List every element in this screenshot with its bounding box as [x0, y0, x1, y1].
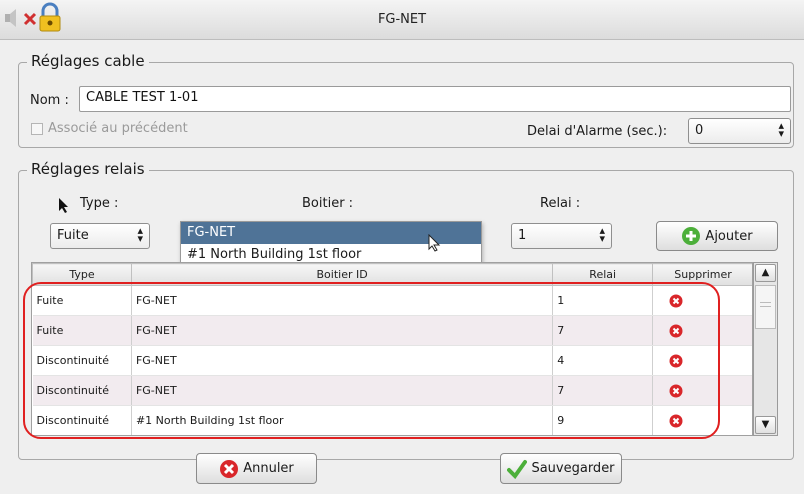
window-title: FG-NET: [377, 12, 427, 27]
cancel-button[interactable]: Annuler: [196, 453, 317, 484]
mouse-cursor-icon: [58, 197, 70, 217]
cancel-icon: [220, 459, 239, 478]
spinner-arrows-icon: ▴ ▾: [137, 224, 143, 245]
associated-label: Associé au précédent: [48, 121, 188, 136]
table-scrollbar[interactable]: ▲ ▼: [753, 262, 778, 436]
alarm-delay-label: Delai d'Alarme (sec.):: [527, 124, 668, 139]
add-button-label: Ajouter: [705, 228, 753, 244]
alarm-delay-select[interactable]: 0 ▴ ▾: [688, 118, 791, 144]
checkmark-icon: [507, 459, 528, 479]
type-label: Type :: [80, 196, 119, 211]
associated-checkbox[interactable]: [31, 123, 43, 135]
boitier-label: Boitier :: [302, 196, 354, 211]
save-button-label: Sauvegarder: [531, 461, 615, 476]
relay-settings-legend: Réglages relais: [27, 160, 149, 178]
cancel-button-label: Annuler: [243, 461, 294, 476]
relai-label: Relai :: [540, 196, 581, 211]
highlight-annotation: [23, 282, 720, 439]
scroll-down-icon[interactable]: ▼: [755, 416, 776, 434]
title-bar: FG-NET: [0, 0, 804, 40]
spinner-arrows-icon: ▴ ▾: [778, 119, 784, 140]
type-select[interactable]: Fuite ▴ ▾: [50, 223, 150, 249]
type-select-value: Fuite: [57, 228, 89, 243]
mouse-cursor-icon: [428, 233, 442, 256]
save-button[interactable]: Sauvegarder: [500, 453, 622, 484]
dialog-window: FG-NET Réglages cable Nom : CABLE TEST 1…: [0, 0, 804, 494]
add-button[interactable]: Ajouter: [656, 221, 778, 251]
scroll-up-icon[interactable]: ▲: [755, 264, 776, 282]
alarm-delay-value: 0: [695, 123, 704, 138]
relai-select-value: 1: [518, 228, 527, 243]
scroll-thumb[interactable]: [755, 285, 776, 329]
relai-select[interactable]: 1 ▴ ▾: [511, 223, 612, 249]
plus-icon: [682, 227, 701, 245]
spinner-arrows-icon: ▴ ▾: [599, 224, 605, 245]
name-input[interactable]: CABLE TEST 1-01: [79, 86, 791, 112]
name-label: Nom :: [30, 93, 69, 108]
cable-settings-legend: Réglages cable: [27, 52, 149, 70]
